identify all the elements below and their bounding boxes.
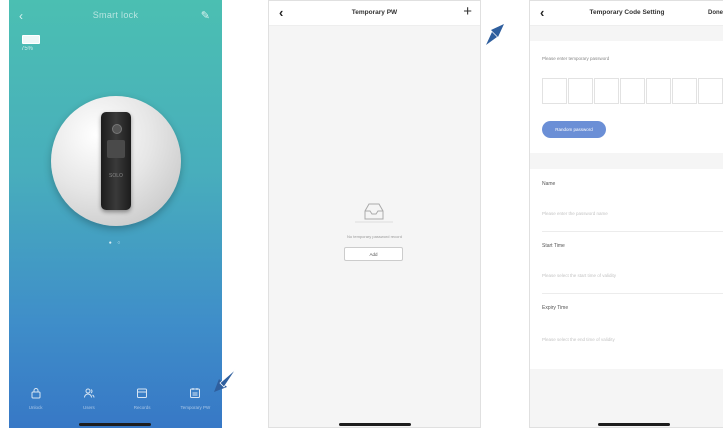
navigation-bar: ‹ Temporary Code Setting Done [530,1,723,26]
screen-title: Temporary PW [351,9,398,16]
lock-home-screen: ‹ Smart lock ✎ 75% SOLO ● ○ Unlock Users… [9,0,222,428]
code-input-boxes [542,78,723,104]
users-icon [64,387,114,402]
device-fingerprint-pad [107,140,125,158]
start-time-input[interactable] [542,269,717,281]
add-button[interactable]: Add [344,247,403,261]
nav-label: Temporary PW [180,405,211,410]
temporary-code-setting-screen: ‹ Temporary Code Setting Done Please ent… [529,0,723,428]
divider [542,293,723,294]
code-digit-box[interactable] [698,78,723,104]
edit-icon[interactable]: ✎ [201,9,210,22]
bottom-navigation: Unlock Users Records Temporary PW [9,387,222,417]
code-digit-box[interactable] [646,78,671,104]
navigation-bar: ‹ Temporary PW + [269,1,480,26]
records-icon [117,387,167,402]
password-prompt: Please enter temporary password [542,56,610,61]
code-digit-box[interactable] [542,78,567,104]
pointer-arrow-icon [214,368,237,392]
name-input[interactable] [542,207,717,219]
start-time-label: Start Time [542,243,565,249]
back-icon[interactable]: ‹ [540,5,544,20]
divider [542,231,723,232]
code-digit-box[interactable] [568,78,593,104]
code-digit-box[interactable] [594,78,619,104]
page-indicator: ● ○ [108,240,123,246]
home-indicator [339,423,411,426]
screen-title: Smart lock [92,10,139,20]
add-icon[interactable]: + [463,3,472,20]
done-button[interactable]: Done [708,10,723,16]
lock-icon [11,387,61,402]
pointer-arrow-icon [486,24,504,45]
device-camera [112,124,122,134]
device-brand-label: SOLO [109,173,123,179]
battery-icon [22,35,40,44]
random-password-button[interactable]: Random password [542,121,606,138]
nav-item-unlock[interactable]: Unlock [11,387,61,417]
nav-label: Users [82,405,95,410]
screen-title: Temporary Code Setting [589,9,665,16]
expiry-time-label: Expiry Time [542,305,569,311]
name-label: Name [542,181,556,187]
empty-state-text: No temporary password record [347,234,402,239]
code-digit-box[interactable] [620,78,645,104]
empty-inbox-icon [355,203,393,223]
nav-label: Unlock [28,405,43,410]
nav-item-users[interactable]: Users [64,387,114,417]
home-indicator [79,423,151,426]
nav-label: Records [133,405,151,410]
expiry-time-input[interactable] [542,333,717,345]
code-digit-box[interactable] [672,78,697,104]
home-indicator [598,423,670,426]
temporary-pw-screen: ‹ Temporary PW + No temporary password r… [268,0,481,428]
nav-item-records[interactable]: Records [117,387,167,417]
battery-level: 75% [21,46,34,52]
